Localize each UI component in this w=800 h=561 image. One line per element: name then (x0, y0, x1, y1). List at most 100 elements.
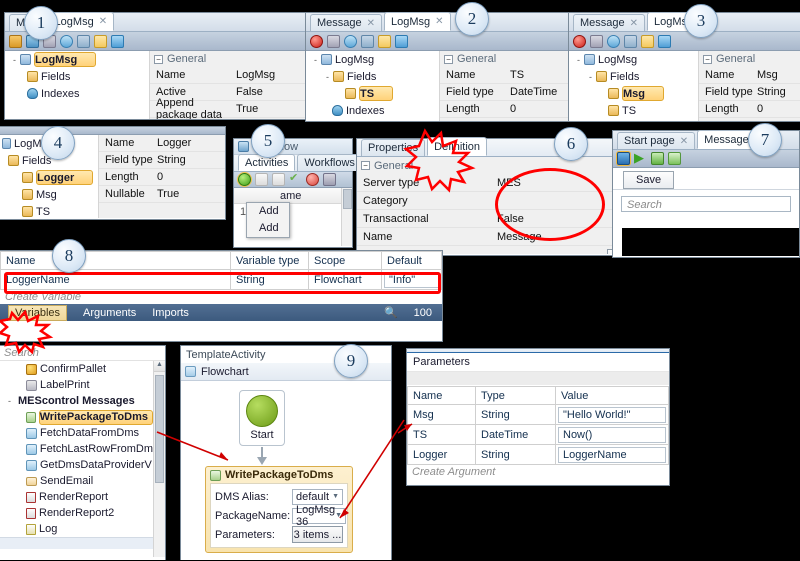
panel5-scrollbar[interactable] (341, 188, 352, 246)
column-header-default[interactable]: Default (381, 251, 442, 270)
collapse-icon[interactable]: − (154, 54, 163, 64)
sync-icon[interactable] (344, 34, 357, 48)
column-header-value[interactable]: Value (555, 386, 669, 405)
expander-icon[interactable]: - (322, 72, 333, 82)
tree-item[interactable]: - Fields (569, 68, 698, 85)
column-header-name[interactable]: Name (0, 251, 231, 270)
tab-message-p2[interactable]: Message ✕ (310, 14, 383, 31)
tree-item[interactable]: LabelPrint (0, 377, 153, 393)
cell-param-value-wrap[interactable]: LoggerName (555, 444, 669, 465)
tree-item[interactable]: - LogMsg (5, 51, 149, 68)
tab-imports[interactable]: Imports (152, 307, 189, 319)
tree-item[interactable]: Logger (0, 169, 98, 186)
column-header-name[interactable]: Name (407, 386, 476, 405)
menu-item-add-2[interactable]: Add (247, 220, 289, 237)
property-row[interactable]: Append package data True (150, 97, 305, 119)
collapse-icon[interactable]: − (703, 54, 712, 64)
scrollbar-thumb[interactable] (155, 375, 164, 483)
property-row[interactable]: Name Message (357, 228, 637, 246)
cell-param-value-wrap[interactable]: "Hello World!" (555, 404, 669, 425)
scrollbar-thumb[interactable] (343, 189, 352, 209)
package-name-combo[interactable]: LogMsg 36 ▼ (292, 504, 347, 528)
close-icon[interactable]: ✕ (435, 16, 443, 27)
property-row[interactable]: Length 0 (99, 169, 225, 186)
create-variable-row[interactable]: Create Variable (0, 290, 442, 304)
edit-icon[interactable] (272, 173, 285, 186)
parameters-grid[interactable]: Name Type Value Msg String "Hello World!… (407, 386, 669, 465)
table-row[interactable]: Msg String "Hello World!" (407, 404, 669, 425)
cell-param-name[interactable]: Logger (407, 444, 476, 465)
collapse-icon[interactable]: − (361, 161, 370, 170)
property-row[interactable]: Length 0 (440, 101, 568, 118)
cell-param-value[interactable]: LoggerName (558, 446, 666, 463)
tree-item[interactable]: SendEmail (0, 473, 153, 489)
cell-param-value-wrap[interactable]: Now() (555, 424, 669, 445)
panel1-tree[interactable]: - LogMsg Fields Indexes (5, 51, 150, 119)
sync-icon[interactable] (607, 34, 620, 48)
property-value[interactable]: MES (497, 177, 521, 189)
table-row[interactable]: Logger String LoggerName (407, 444, 669, 465)
tab-workflows[interactable]: Workflows (297, 154, 362, 171)
dms-alias-combo[interactable]: default ▼ (292, 488, 343, 505)
cell-param-type[interactable]: DateTime (475, 424, 556, 445)
run-icon[interactable]: ▶ (634, 151, 647, 165)
search-input[interactable]: Search (621, 196, 791, 212)
cell-variable-default-wrap[interactable]: "Info" (381, 269, 442, 290)
property-value[interactable]: True (157, 188, 179, 200)
property-value[interactable]: LogMsg (236, 69, 275, 81)
add-field-icon[interactable] (624, 34, 637, 48)
collapse-icon[interactable]: − (444, 54, 453, 64)
chevron-down-icon[interactable]: ▼ (332, 493, 339, 500)
tab-message-p3[interactable]: Message ✕ (573, 14, 646, 31)
paste-icon[interactable] (641, 34, 654, 48)
property-value[interactable]: Msg (757, 69, 778, 81)
tree-item[interactable]: Indexes (306, 102, 439, 119)
close-icon[interactable]: ✕ (99, 16, 107, 27)
property-value[interactable]: False (510, 120, 537, 121)
property-row[interactable]: Transactional False (357, 210, 637, 228)
property-value[interactable]: DateTime (510, 86, 557, 98)
cell-param-name[interactable]: TS (407, 424, 476, 445)
tree-item[interactable]: RenderReport (0, 489, 153, 505)
property-value[interactable]: Message (497, 231, 542, 243)
tree-item[interactable]: - LogMsg (306, 51, 439, 68)
property-row[interactable]: Length 0 (699, 101, 800, 118)
tree-item[interactable]: Msg (0, 186, 98, 203)
property-row[interactable]: Field type String (99, 152, 225, 169)
tab-arguments[interactable]: Arguments (83, 307, 136, 319)
tab-variables[interactable]: Variables (8, 304, 68, 321)
chevron-down-icon[interactable]: ▼ (335, 512, 342, 519)
column-header-type[interactable]: Variable type (230, 251, 309, 270)
expander-icon[interactable]: - (4, 396, 15, 406)
cell-variable-default[interactable]: "Info" (384, 271, 439, 288)
cell-param-name[interactable]: Msg (407, 404, 476, 425)
export-icon[interactable] (668, 152, 681, 165)
properties-icon[interactable] (111, 34, 124, 48)
property-row[interactable]: Category (357, 192, 637, 210)
properties-icon[interactable] (395, 34, 408, 48)
tree-item[interactable]: TS (569, 102, 698, 119)
property-row[interactable]: Nullable True (99, 186, 225, 203)
menu-item-add-1[interactable]: Add (247, 203, 289, 220)
zoom-level[interactable]: 100 (414, 307, 432, 319)
library-scrollbar[interactable]: ▲ (153, 361, 165, 557)
property-row[interactable]: Name LogMsg (150, 67, 305, 84)
cell-variable-type[interactable]: String (230, 269, 309, 290)
paste-icon[interactable] (378, 34, 391, 48)
property-row[interactable]: Name Msg (699, 67, 800, 84)
expander-icon[interactable]: - (585, 72, 596, 82)
tree-item[interactable]: TS (306, 85, 439, 102)
close-icon[interactable]: ✕ (680, 136, 688, 147)
save-icon[interactable] (617, 152, 630, 165)
panel2-tree[interactable]: - LogMsg - Fields TS Indexes (306, 51, 440, 121)
property-row[interactable]: Nullable False (699, 118, 800, 121)
cell-variable-name[interactable]: LoggerName (0, 269, 231, 290)
property-value[interactable]: 0 (157, 171, 163, 183)
expander-icon[interactable]: - (9, 55, 20, 65)
delete-icon[interactable] (573, 34, 586, 48)
properties-icon[interactable] (658, 34, 671, 48)
tree-item[interactable]: GetDmsDataProviderV (0, 457, 153, 473)
cell-param-type[interactable]: String (475, 444, 556, 465)
property-row[interactable]: Nullable False (440, 118, 568, 121)
flowchart-canvas[interactable]: Start WritePackageToDms DMS Alias: defau… (181, 381, 391, 559)
